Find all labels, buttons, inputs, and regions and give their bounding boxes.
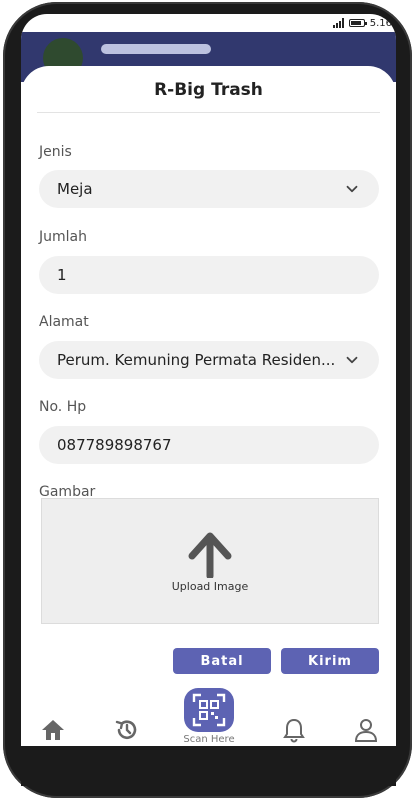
alamat-value: Perum. Kemuning Permata Residen...	[57, 351, 336, 369]
nav-profile[interactable]	[352, 716, 380, 744]
sheet-title: R-Big Trash	[154, 80, 263, 100]
nav-home[interactable]	[39, 716, 67, 744]
chevron-down-icon	[346, 356, 358, 364]
signal-icon	[332, 18, 344, 28]
no-hp-input[interactable]: 087789898767	[39, 426, 379, 464]
jumlah-value: 1	[57, 266, 67, 284]
jumlah-input[interactable]: 1	[39, 256, 379, 294]
upload-image-label: Upload Image	[171, 579, 249, 593]
nav-notifications[interactable]	[280, 716, 308, 744]
status-time: 5.16	[369, 17, 392, 29]
header-text-placeholder	[101, 44, 211, 54]
home-icon	[42, 720, 64, 740]
bell-icon	[283, 718, 305, 743]
phone-bottom-bezel	[21, 746, 396, 786]
cancel-button[interactable]: Batal	[173, 648, 271, 674]
jumlah-label: Jumlah	[39, 229, 87, 245]
bottom-sheet: R-Big Trash Jenis Meja Jumlah 1 Alamat P…	[21, 66, 396, 736]
alamat-select[interactable]: Perum. Kemuning Permata Residen...	[39, 341, 379, 379]
battery-icon	[348, 19, 367, 27]
user-icon	[354, 719, 378, 742]
phone-frame: 5.16 R-Big Trash Jenis Meja Jumlah 1 Ala…	[3, 2, 412, 798]
history-icon	[115, 720, 137, 739]
no-hp-label: No. Hp	[39, 399, 87, 415]
chevron-down-icon	[346, 185, 358, 193]
alamat-label: Alamat	[39, 314, 89, 330]
image-upload-area[interactable]: Upload Image	[41, 498, 379, 624]
no-hp-value: 087789898767	[57, 436, 172, 454]
jenis-select[interactable]: Meja	[39, 170, 379, 208]
jenis-label: Jenis	[39, 144, 72, 160]
scan-label: Scan Here	[183, 734, 235, 745]
status-bar: 5.16	[21, 14, 396, 32]
nav-history[interactable]	[113, 716, 141, 744]
arrow-up-icon	[188, 532, 232, 578]
screen: 5.16 R-Big Trash Jenis Meja Jumlah 1 Ala…	[21, 14, 396, 746]
submit-button[interactable]: Kirim	[281, 648, 379, 674]
qr-scan-icon	[192, 693, 226, 727]
jenis-value: Meja	[57, 180, 93, 198]
divider	[37, 112, 380, 113]
scan-button[interactable]	[184, 688, 234, 732]
